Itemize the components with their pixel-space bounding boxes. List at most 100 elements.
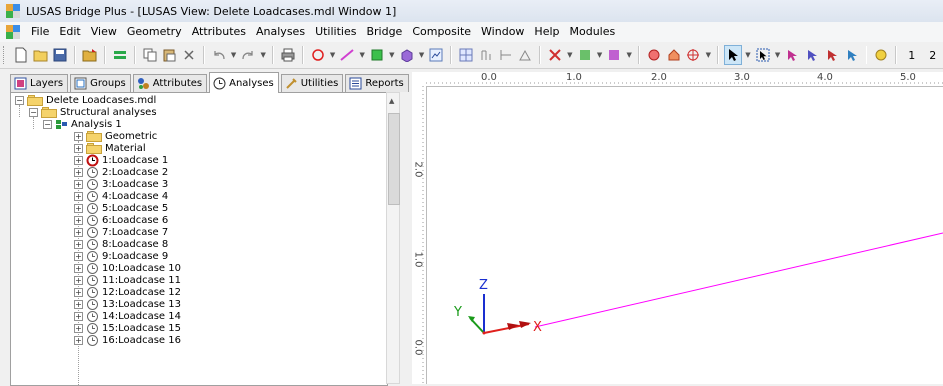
toolbar-text-1[interactable]: 1 xyxy=(902,45,921,65)
print-icon[interactable] xyxy=(279,45,297,65)
tree-node-label: 3:Loadcase 3 xyxy=(102,179,169,190)
rotate-icon[interactable] xyxy=(576,45,594,65)
grid-icon[interactable] xyxy=(111,45,129,65)
rotate-dropdown[interactable]: ▼ xyxy=(596,45,604,65)
expand-toggle[interactable]: + xyxy=(74,312,83,321)
cursor-plus-icon[interactable] xyxy=(803,45,821,65)
expand-toggle[interactable]: + xyxy=(74,324,83,333)
menu-geometry[interactable]: Geometry xyxy=(122,22,187,42)
surface-icon[interactable] xyxy=(368,45,386,65)
toolbar-separator xyxy=(272,46,275,64)
expand-toggle[interactable]: + xyxy=(74,276,83,285)
target-icon[interactable] xyxy=(685,45,703,65)
volume-dropdown[interactable]: ▼ xyxy=(418,45,426,65)
dimension-icon[interactable] xyxy=(477,45,495,65)
tab-analyses[interactable]: Analyses xyxy=(209,72,279,93)
redo-icon[interactable] xyxy=(240,45,258,65)
menu-file[interactable]: File xyxy=(26,22,54,42)
zoom-icon[interactable] xyxy=(645,45,663,65)
expand-toggle[interactable]: + xyxy=(74,264,83,273)
menu-analyses[interactable]: Analyses xyxy=(251,22,310,42)
volume-icon[interactable] xyxy=(398,45,416,65)
select-box-icon[interactable] xyxy=(754,45,772,65)
line-dropdown[interactable]: ▼ xyxy=(358,45,366,65)
redo-dropdown[interactable]: ▼ xyxy=(259,45,267,65)
menu-help[interactable]: Help xyxy=(529,22,564,42)
pan-dropdown[interactable]: ▼ xyxy=(625,45,633,65)
model-canvas[interactable]: Z Y X xyxy=(427,87,943,384)
expand-toggle[interactable]: + xyxy=(74,168,83,177)
delete-icon[interactable] xyxy=(180,45,198,65)
point-icon[interactable] xyxy=(309,45,327,65)
line-icon[interactable] xyxy=(339,45,357,65)
member-line[interactable] xyxy=(534,232,943,328)
reports-icon xyxy=(349,77,362,90)
save-icon[interactable] xyxy=(51,45,69,65)
menu-view[interactable]: View xyxy=(86,22,122,42)
expand-toggle[interactable]: + xyxy=(74,204,83,213)
ruler-label: 1.0 xyxy=(566,72,582,83)
attribute-icon[interactable] xyxy=(497,45,515,65)
toolbar-grip[interactable] xyxy=(3,46,7,64)
tree-scrollbar[interactable]: ▲ xyxy=(386,92,400,384)
load-icon[interactable] xyxy=(546,45,564,65)
tab-attributes[interactable]: Attributes xyxy=(132,74,208,92)
point-dropdown[interactable]: ▼ xyxy=(329,45,337,65)
wizard-icon[interactable] xyxy=(872,45,890,65)
load-dropdown[interactable]: ▼ xyxy=(566,45,574,65)
menu-edit[interactable]: Edit xyxy=(54,22,85,42)
toolbar-separator xyxy=(202,46,205,64)
tab-layers[interactable]: Layers xyxy=(10,74,69,92)
menu-bridge[interactable]: Bridge xyxy=(361,22,407,42)
expand-toggle[interactable]: + xyxy=(74,132,83,141)
open-icon[interactable] xyxy=(32,45,50,65)
expand-toggle[interactable]: + xyxy=(74,240,83,249)
paste-icon[interactable] xyxy=(160,45,178,65)
tab-groups[interactable]: Groups xyxy=(70,74,131,92)
open-folder-icon[interactable] xyxy=(81,45,99,65)
expand-toggle[interactable]: + xyxy=(74,144,83,153)
tab-reports[interactable]: Reports xyxy=(345,74,409,92)
toolbar-text-2[interactable]: 2 xyxy=(923,45,942,65)
tab-utilities[interactable]: Utilities xyxy=(280,74,344,92)
cursor-minus-icon[interactable] xyxy=(823,45,841,65)
mdi-document-icon[interactable] xyxy=(6,25,20,39)
collapse-toggle[interactable]: − xyxy=(15,96,24,105)
cursor-alt-icon[interactable] xyxy=(843,45,861,65)
mesh-icon[interactable] xyxy=(457,45,475,65)
target-dropdown[interactable]: ▼ xyxy=(704,45,712,65)
pan-icon[interactable] xyxy=(605,45,623,65)
select-box-dropdown[interactable]: ▼ xyxy=(774,45,782,65)
graphics-viewport[interactable]: 0.0 1.0 2.0 3.0 4.0 5.0 2.0 1.0 0.0 Z Y … xyxy=(412,72,943,384)
expand-toggle[interactable]: + xyxy=(74,156,83,165)
expand-toggle[interactable]: + xyxy=(74,216,83,225)
tree-node-loadcase[interactable]: + 16:Loadcase 16 xyxy=(74,334,181,347)
surface-dropdown[interactable]: ▼ xyxy=(388,45,396,65)
collapse-toggle[interactable]: − xyxy=(43,120,52,129)
menu-modules[interactable]: Modules xyxy=(565,22,621,42)
scrollbar-thumb[interactable] xyxy=(388,113,400,205)
select-icon[interactable] xyxy=(724,45,742,65)
collapse-toggle[interactable]: − xyxy=(29,108,38,117)
expand-toggle[interactable]: + xyxy=(74,288,83,297)
copy-icon[interactable] xyxy=(141,45,159,65)
expand-toggle[interactable]: + xyxy=(74,300,83,309)
home-icon[interactable] xyxy=(665,45,683,65)
scroll-up-arrow-icon[interactable]: ▲ xyxy=(389,97,394,105)
select-dropdown[interactable]: ▼ xyxy=(744,45,752,65)
menu-composite[interactable]: Composite xyxy=(407,22,476,42)
expand-toggle[interactable]: + xyxy=(74,336,83,345)
menu-attributes[interactable]: Attributes xyxy=(187,22,251,42)
expand-toggle[interactable]: + xyxy=(74,192,83,201)
view-icon[interactable] xyxy=(427,45,445,65)
undo-dropdown[interactable]: ▼ xyxy=(230,45,238,65)
support-icon[interactable] xyxy=(516,45,534,65)
expand-toggle[interactable]: + xyxy=(74,180,83,189)
undo-icon[interactable] xyxy=(210,45,228,65)
menu-window[interactable]: Window xyxy=(476,22,529,42)
menu-utilities[interactable]: Utilities xyxy=(310,22,361,42)
expand-toggle[interactable]: + xyxy=(74,228,83,237)
expand-toggle[interactable]: + xyxy=(74,252,83,261)
cursor-icon[interactable] xyxy=(784,45,802,65)
new-icon[interactable] xyxy=(12,45,30,65)
